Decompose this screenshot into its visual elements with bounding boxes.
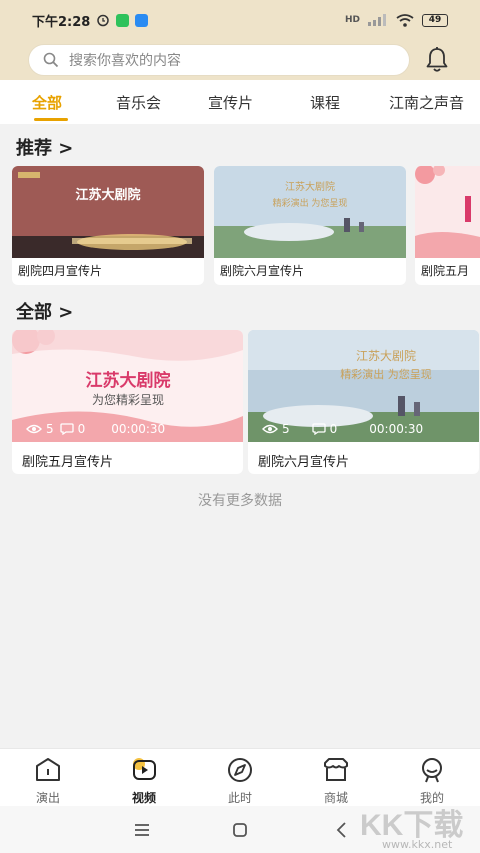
tab-all[interactable]: 全部 <box>32 92 62 113</box>
recommend-card-3[interactable]: 剧院五月 <box>415 166 480 285</box>
video-duration: 00:00:30 <box>369 422 424 436</box>
video-play-icon <box>133 758 156 780</box>
status-bar: 下午2:28 HD 49 <box>0 0 480 40</box>
watermark-url: www.kkx.net <box>382 838 453 851</box>
nav-label: 商城 <box>323 791 348 805</box>
battery-indicator: 49 <box>422 13 448 27</box>
network-label: HD <box>344 15 360 25</box>
tab-course[interactable]: 课程 <box>310 92 340 113</box>
thumb-title: 江苏大剧院 <box>86 370 171 391</box>
menu-icon[interactable] <box>130 818 154 842</box>
video-stats: 5 0 00:00:30 <box>26 422 165 436</box>
category-tabs: 全部 音乐会 宣传片 课程 江南之声音 <box>0 80 480 124</box>
video-thumbnail: 江苏大剧院 精彩演出 为您呈现 <box>214 166 406 258</box>
nav-item-shows[interactable]: 演出 <box>18 755 78 806</box>
views-count: 5 <box>282 422 290 436</box>
wifi-icon <box>396 13 414 27</box>
video-stats: 5 0 00:00:30 <box>262 422 423 436</box>
views-count: 5 <box>46 422 54 436</box>
nav-item-now[interactable]: 此时 <box>210 755 270 806</box>
eye-icon <box>262 424 278 434</box>
tab-promo[interactable]: 宣传片 <box>208 92 253 113</box>
thumb-title: 江苏大剧院 <box>285 180 335 193</box>
recommend-card-caption: 剧院五月 <box>421 264 470 278</box>
video-thumbnail <box>415 166 480 258</box>
bell-icon[interactable] <box>424 46 450 74</box>
nav-item-mall[interactable]: 商城 <box>306 755 366 806</box>
wechat-icon <box>116 13 130 27</box>
recommend-card-caption: 剧院六月宣传片 <box>220 264 305 278</box>
recommend-card-2[interactable]: 江苏大剧院 精彩演出 为您呈现 剧院六月宣传片 <box>214 166 406 285</box>
app-notification-icon <box>135 13 149 27</box>
eye-icon <box>26 424 42 434</box>
tab-concert[interactable]: 音乐会 <box>116 92 161 113</box>
bottom-nav: 演出 视频 此时 商城 我的 <box>0 748 480 806</box>
profile-icon <box>422 758 442 783</box>
video-thumbnail: 江苏大剧院 <box>12 166 204 258</box>
comments-count: 0 <box>329 422 338 436</box>
video-card-1[interactable]: 江苏大剧院 为您精彩呈现 5 0 00:00:30 剧院五月宣传片 <box>12 330 243 474</box>
ticket-icon <box>36 758 60 781</box>
signal-icon <box>368 14 386 26</box>
comments-stat: 0 <box>59 422 86 436</box>
video-card-caption: 剧院六月宣传片 <box>258 455 350 470</box>
views-stat: 5 <box>26 422 54 436</box>
thumb-subtitle: 为您精彩呈现 <box>92 392 164 407</box>
search-input[interactable]: 搜索你喜欢的内容 <box>28 44 410 76</box>
nav-label: 此时 <box>227 791 252 805</box>
thumb-title: 江苏大剧院 <box>356 349 416 363</box>
recommend-card-1[interactable]: 江苏大剧院 剧院四月宣传片 <box>12 166 204 285</box>
search-icon <box>43 52 59 68</box>
comments-stat: 0 <box>311 422 338 436</box>
comments-count: 0 <box>77 422 86 436</box>
views-stat: 5 <box>262 422 290 436</box>
compass-icon <box>228 758 252 782</box>
recommend-section-title[interactable]: 推荐 > <box>16 134 73 160</box>
status-time: 下午2:28 <box>32 14 91 30</box>
home-icon[interactable] <box>228 818 252 842</box>
header: 搜索你喜欢的内容 <box>0 40 480 80</box>
thumb-subtitle: 精彩演出 为您呈现 <box>273 197 348 209</box>
video-duration: 00:00:30 <box>111 422 166 436</box>
alarm-icon <box>97 14 110 27</box>
video-card-2[interactable]: 江苏大剧院 精彩演出 为您呈现 5 0 00:00:30 剧院六月宣传片 <box>248 330 479 474</box>
nav-label: 演出 <box>35 791 60 805</box>
all-section-title[interactable]: 全部 > <box>16 298 73 324</box>
store-icon <box>324 758 348 781</box>
comment-icon <box>59 423 74 435</box>
no-more-data-label: 没有更多数据 <box>198 493 282 509</box>
search-placeholder: 搜索你喜欢的内容 <box>69 53 181 69</box>
tab-active-indicator <box>34 118 68 121</box>
nav-item-me[interactable]: 我的 <box>402 755 462 806</box>
video-card-caption: 剧院五月宣传片 <box>22 455 114 470</box>
tab-jiangnan-voice[interactable]: 江南之声音 <box>389 92 464 113</box>
back-icon[interactable] <box>330 818 354 842</box>
thumb-title: 江苏大剧院 <box>75 187 140 203</box>
nav-item-video[interactable]: 视频 <box>114 755 174 806</box>
comment-icon <box>311 423 326 435</box>
thumb-subtitle: 精彩演出 为您呈现 <box>340 367 432 381</box>
nav-label: 视频 <box>131 791 156 805</box>
recommend-card-caption: 剧院四月宣传片 <box>18 264 103 278</box>
